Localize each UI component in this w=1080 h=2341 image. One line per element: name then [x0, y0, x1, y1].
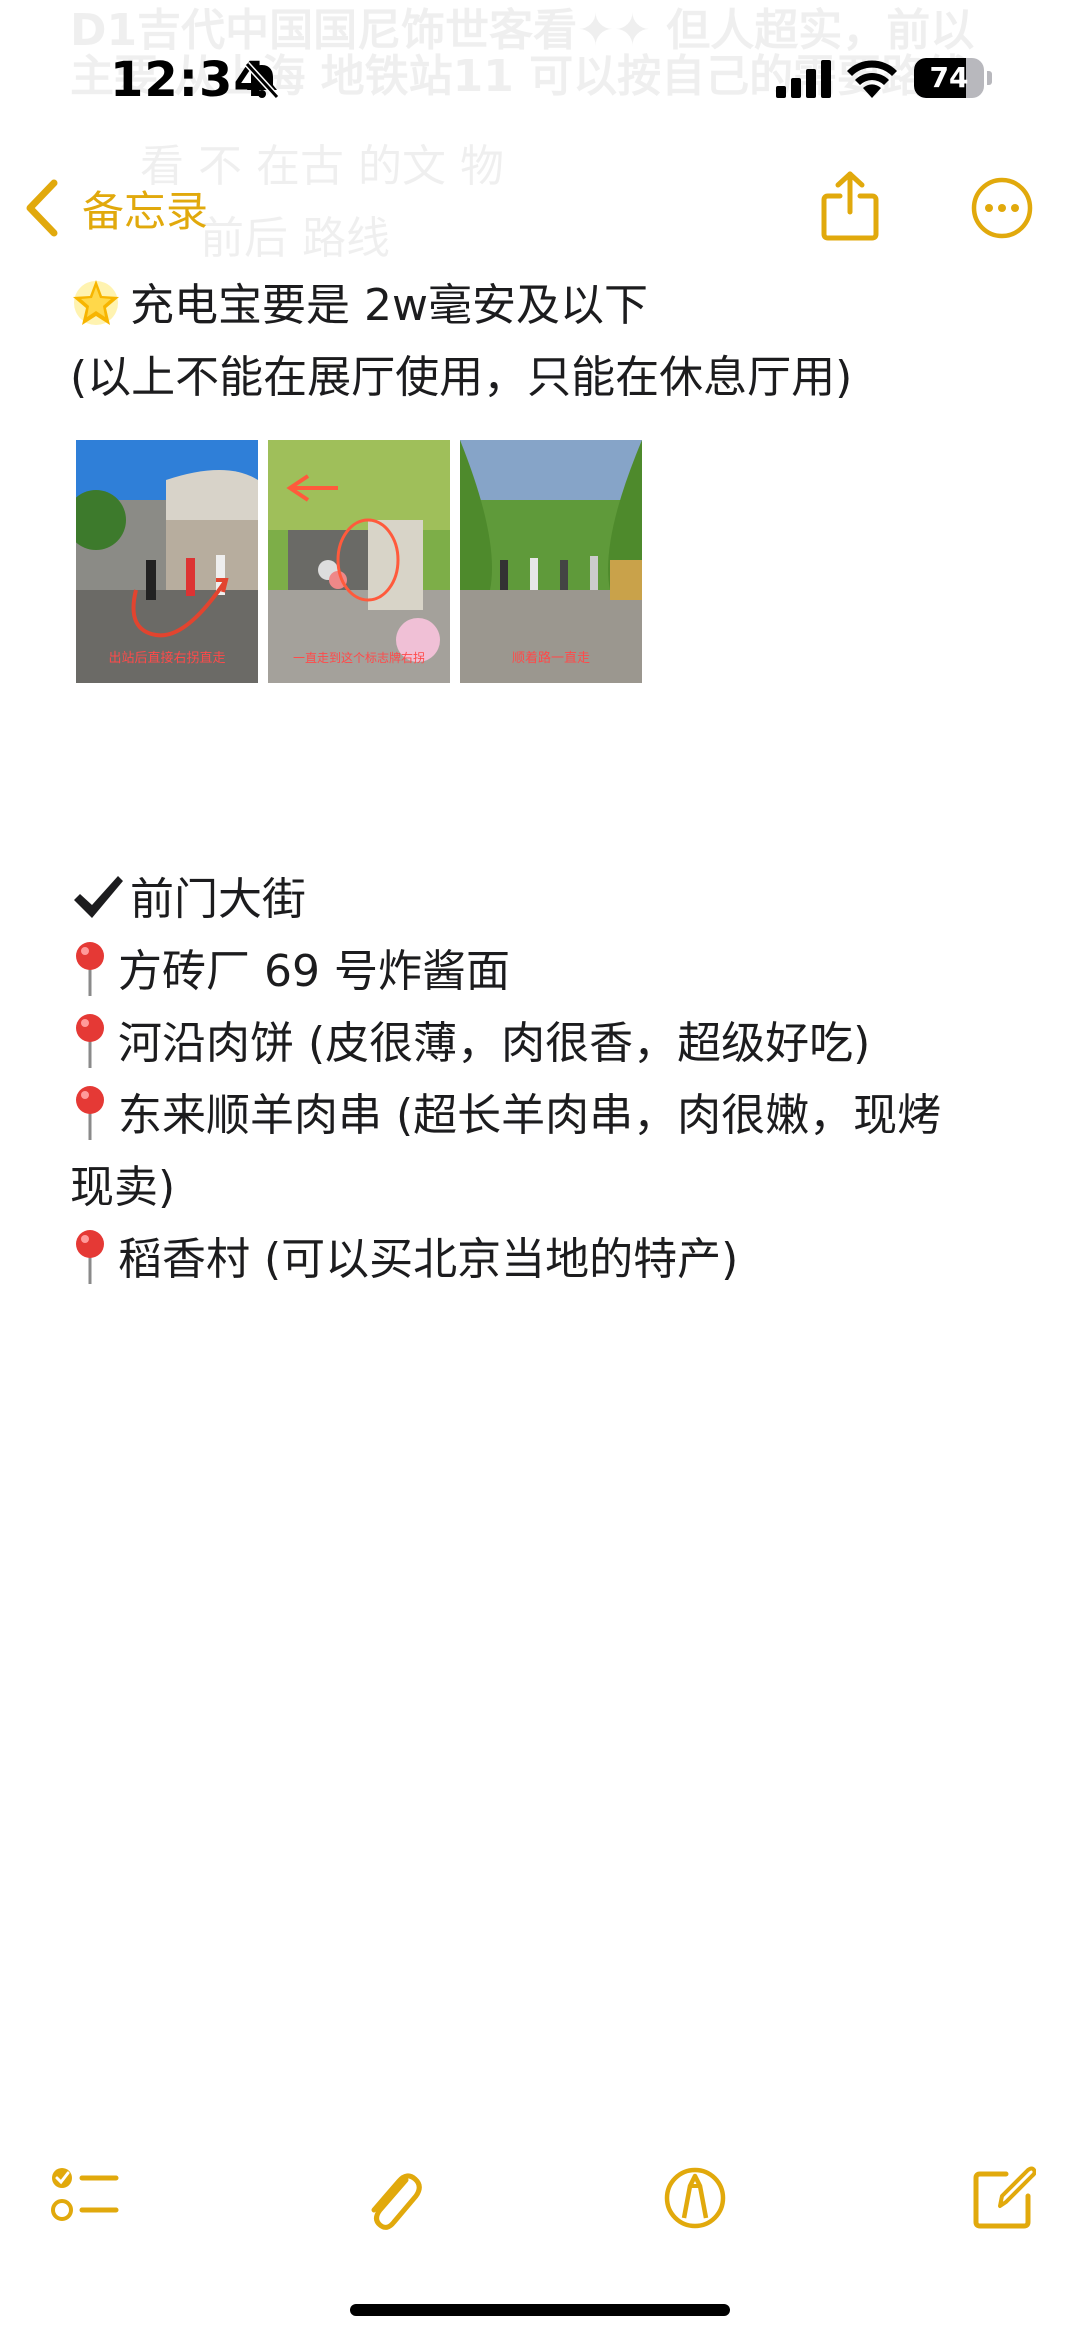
- attachment-image[interactable]: 出站后直接右拐直走: [76, 440, 258, 683]
- list-item-text: 方砖厂 69 号炸酱面: [118, 946, 510, 997]
- section-title: 前门大街: [130, 874, 306, 925]
- home-indicator[interactable]: [350, 2304, 730, 2316]
- list-item-text: 东来顺羊肉串 (超长羊肉串，肉很嫩，现烤现卖): [70, 1090, 942, 1213]
- list-item: 河沿肉饼 (皮很薄，肉很香，超级好吃): [70, 1008, 870, 1080]
- pushpin-icon: [76, 1230, 104, 1284]
- note-line: (以上不能在展厅使用，只能在休息厅用): [70, 352, 853, 403]
- list-item-text: 河沿肉饼 (皮很薄，肉很香，超级好吃): [118, 1018, 871, 1069]
- pushpin-icon: [76, 1086, 104, 1140]
- checklist-icon[interactable]: [50, 2158, 120, 2238]
- attachment-image[interactable]: 一直走到这个标志牌右拐: [268, 440, 450, 683]
- attachment-caption: 一直走到这个标志牌右拐: [293, 650, 425, 665]
- powerbank-text: 充电宝要是 2w毫安及以下: [130, 280, 648, 331]
- note-line: 充电宝要是 2w毫安及以下: [70, 270, 648, 342]
- pushpin-icon: [76, 942, 104, 996]
- battery-percent: 74: [929, 61, 969, 94]
- cellular-signal-icon: [776, 60, 831, 98]
- list-item: 东来顺羊肉串 (超长羊肉串，肉很嫩，现烤现卖): [70, 1080, 970, 1224]
- compose-icon[interactable]: [970, 2158, 1036, 2238]
- glowing-star-icon: [73, 280, 119, 325]
- back-button[interactable]: 备忘录: [20, 176, 208, 240]
- attachment-caption: 出站后直接右拐直走: [108, 650, 225, 666]
- share-icon[interactable]: [818, 170, 882, 242]
- status-bar: 12:34 74: [0, 0, 1080, 150]
- markup-pen-icon[interactable]: [663, 2158, 727, 2238]
- attachment-image[interactable]: 顺着路一直走: [460, 440, 642, 683]
- back-button-label: 备忘录: [82, 186, 209, 236]
- pushpin-icon: [76, 1014, 104, 1068]
- list-item: 稻香村 (可以买北京当地的特产): [70, 1224, 738, 1296]
- check-mark-icon: [74, 876, 123, 918]
- silent-bell-icon: [244, 61, 280, 100]
- attachment-caption: 顺着路一直走: [512, 650, 590, 666]
- section-heading: 前门大街: [70, 864, 306, 936]
- chevron-left-icon: [26, 179, 58, 237]
- paperclip-icon[interactable]: [360, 2158, 424, 2238]
- battery-icon: 74: [914, 58, 992, 100]
- wifi-icon: [847, 60, 897, 98]
- list-item: 方砖厂 69 号炸酱面: [70, 936, 510, 1008]
- list-item-text: 稻香村 (可以买北京当地的特产): [118, 1234, 739, 1285]
- more-options-icon[interactable]: [970, 176, 1034, 240]
- scrolled-note-text: 前后 路线: [200, 213, 390, 264]
- image-attachments: 出站后直接右拐直走 一直走到这个标志牌右拐 顺着路一直走: [76, 440, 642, 683]
